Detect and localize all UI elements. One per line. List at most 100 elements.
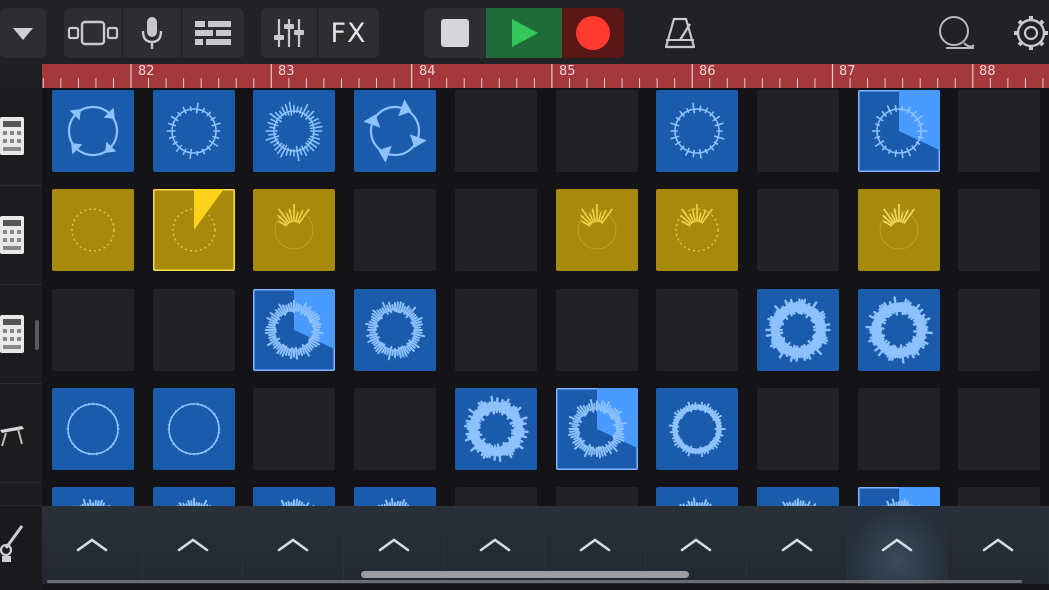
stop-button[interactable] (424, 8, 486, 58)
empty-cell[interactable] (454, 288, 537, 371)
chevron-stroke (479, 538, 510, 552)
cell-graphic (871, 90, 940, 159)
column-trigger-button[interactable] (948, 506, 1049, 584)
column-trigger-button[interactable] (847, 506, 949, 584)
empty-cell[interactable] (555, 90, 638, 172)
cell-graphic (879, 204, 918, 250)
empty-cell[interactable] (857, 387, 940, 470)
loop-cell[interactable] (152, 387, 235, 470)
cell-graphic (176, 497, 211, 506)
waveform-ring (765, 297, 831, 362)
column-trigger-button[interactable] (243, 506, 345, 584)
settings-icon (1014, 16, 1048, 50)
browser-button[interactable] (0, 8, 46, 58)
horizontal-scroll-thumb[interactable] (361, 571, 689, 578)
fx-button[interactable]: FX (318, 8, 379, 58)
track-header[interactable] (0, 484, 42, 506)
view-switcher-button[interactable] (64, 8, 122, 58)
chevron-up-icon (76, 538, 108, 552)
empty-cell[interactable] (958, 487, 1041, 506)
empty-cell[interactable] (454, 90, 537, 172)
loop-browser-icon (939, 16, 975, 49)
loop-cell[interactable] (555, 189, 638, 272)
cell-graphic (71, 208, 115, 252)
empty-cell[interactable] (958, 288, 1041, 371)
loop-cell[interactable] (52, 387, 134, 470)
loop-cell-playing[interactable] (857, 487, 940, 506)
loop-cell[interactable] (857, 189, 940, 272)
mixer-button[interactable] (261, 8, 317, 58)
edit-corner[interactable] (0, 506, 42, 590)
empty-cell[interactable] (354, 189, 437, 272)
chevron-stroke (982, 538, 1014, 552)
loop-cell[interactable] (253, 487, 336, 506)
loop-cell-playing[interactable] (857, 90, 940, 172)
cell-graphic (765, 297, 831, 362)
loop-cell[interactable] (52, 189, 134, 272)
empty-cell[interactable] (756, 387, 839, 470)
empty-cell[interactable] (958, 90, 1041, 172)
bar-number: 85 (559, 64, 576, 79)
loop-cell[interactable] (152, 487, 235, 506)
column-trigger-button[interactable] (142, 506, 244, 584)
empty-cell[interactable] (656, 288, 739, 371)
loop-browser-button[interactable] (926, 8, 986, 58)
empty-cell[interactable] (756, 90, 839, 172)
loop-cell-playing[interactable] (152, 189, 235, 272)
loop-cell[interactable] (756, 487, 839, 506)
column-trigger-button[interactable] (746, 506, 848, 584)
empty-cell[interactable] (756, 189, 839, 272)
empty-cell[interactable] (354, 387, 437, 470)
waveform-ring (166, 102, 221, 159)
empty-cell[interactable] (152, 288, 235, 371)
empty-cell[interactable] (958, 387, 1041, 470)
settings-button[interactable] (1008, 8, 1049, 58)
loop-cell[interactable] (656, 189, 739, 272)
record-button[interactable] (562, 8, 624, 58)
track-header[interactable] (0, 187, 42, 285)
loop-cell[interactable] (857, 288, 940, 371)
loop-cell[interactable] (656, 387, 739, 470)
waveform-ring (66, 402, 120, 456)
loop-cell[interactable] (253, 90, 336, 172)
timeline-ruler[interactable]: 82 83 84 85 86 87 88 (42, 64, 1049, 88)
mixer-sliders-icon (274, 19, 304, 47)
track-header[interactable] (0, 88, 42, 186)
empty-cell[interactable] (555, 288, 638, 371)
loop-cell-playing[interactable] (555, 387, 638, 470)
empty-cell[interactable] (958, 189, 1041, 272)
chevron-up-icon (882, 538, 913, 552)
empty-cell[interactable] (555, 487, 638, 506)
track-scroll-indicator[interactable] (35, 320, 39, 350)
loop-cell[interactable] (152, 90, 235, 172)
loop-cell[interactable] (52, 487, 134, 506)
browser-dropdown-icon (0, 8, 46, 58)
loop-cell[interactable] (253, 189, 336, 272)
empty-cell[interactable] (454, 189, 537, 272)
empty-cell[interactable] (52, 288, 134, 371)
metronome-button[interactable] (650, 8, 710, 58)
loop-cell[interactable] (454, 387, 537, 470)
empty-cell[interactable] (454, 487, 537, 506)
chevron-up-icon (680, 538, 712, 552)
loop-cell[interactable] (354, 487, 437, 506)
loop-cell[interactable] (656, 90, 739, 172)
loop-cell[interactable] (354, 288, 437, 371)
loop-cell[interactable] (656, 487, 739, 506)
loop-cell[interactable] (354, 90, 437, 172)
tracks-view-button[interactable] (182, 8, 244, 58)
play-button[interactable] (486, 8, 562, 58)
waveform-ring (463, 395, 529, 463)
column-trigger-button[interactable] (42, 506, 143, 584)
empty-cell[interactable] (253, 387, 336, 470)
ruler-ticks (42, 64, 1044, 88)
loop-cell-playing[interactable] (253, 288, 336, 371)
live-loops-screen: FX 82 83 84 85 86 87 88 (0, 0, 1049, 590)
microphone-button[interactable] (123, 8, 181, 58)
track-header[interactable] (0, 385, 42, 483)
stop-icon (441, 19, 469, 47)
loop-cell[interactable] (756, 288, 839, 371)
cell-graphic (166, 102, 221, 159)
loop-cell[interactable] (52, 90, 134, 172)
cell-graphic (679, 497, 712, 506)
